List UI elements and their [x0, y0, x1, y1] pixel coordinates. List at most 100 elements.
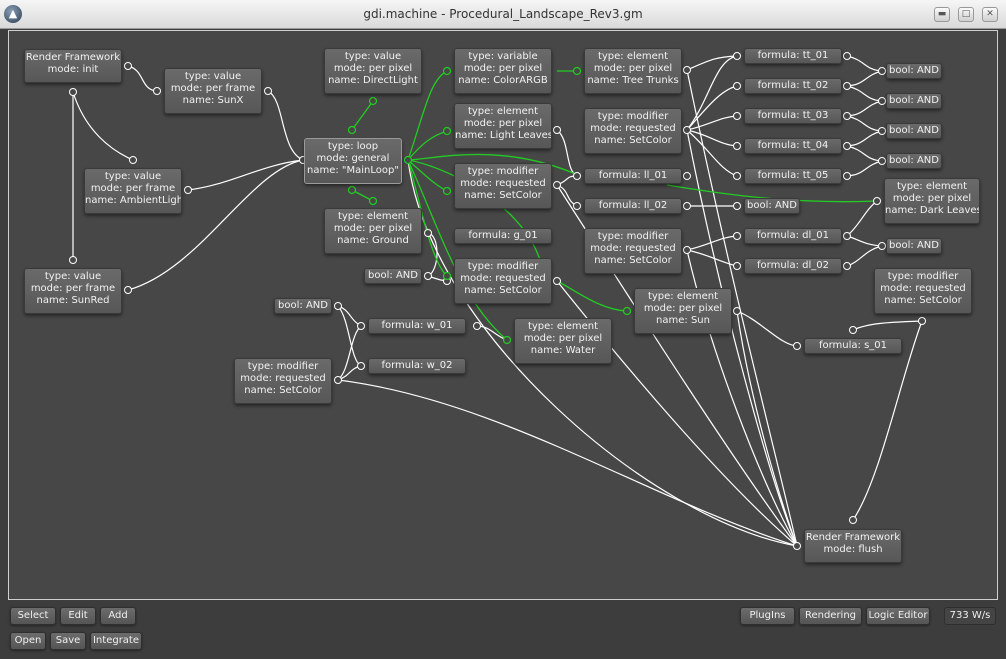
close-button[interactable]: ✕ [982, 7, 998, 22]
node-line: formula: ll_02 [598, 200, 668, 211]
node-line: type: element [647, 291, 719, 302]
node-formula-dl-02[interactable]: formula: dl_02 [744, 258, 842, 274]
plugins-button[interactable]: PlugIns [740, 607, 795, 625]
node-bool-and[interactable]: bool: AND [744, 198, 800, 214]
node-dark-leaves[interactable]: type: element mode: per pixel name: Dark… [884, 178, 980, 224]
open-button[interactable]: Open [10, 632, 46, 650]
node-line: formula: tt_03 [757, 110, 829, 121]
node-line: name: SetColor [594, 135, 672, 146]
node-mainloop[interactable]: type: loop mode: general name: "MainLoop… [304, 138, 402, 184]
node-line: formula: dl_01 [757, 230, 829, 241]
node-directlight[interactable]: type: value mode: per pixel name: Direct… [324, 48, 422, 94]
node-setcolor-ll[interactable]: type: modifier mode: requested name: Set… [454, 163, 552, 209]
node-line: Render Framework [25, 52, 121, 63]
node-setcolor-w[interactable]: type: modifier mode: requested name: Set… [234, 358, 332, 404]
node-colorargb[interactable]: type: variable mode: per pixel name: Col… [454, 48, 552, 94]
node-line: type: loop [327, 141, 379, 152]
node-line: mode: requested [880, 283, 966, 294]
node-ambientlight[interactable]: type: value mode: per frame name: Ambien… [84, 168, 182, 214]
node-line: type: element [597, 51, 669, 62]
node-line: formula: tt_05 [757, 170, 829, 181]
node-sunred[interactable]: type: value mode: per frame name: SunRed [24, 268, 122, 314]
node-ground[interactable]: type: element mode: per pixel name: Grou… [324, 208, 422, 254]
node-render-flush[interactable]: Render Framework mode: flush [804, 529, 902, 563]
node-line: mode: flush [823, 544, 883, 555]
node-line: name: Ground [337, 235, 409, 246]
node-line: mode: requested [240, 373, 326, 384]
node-line: type: modifier [597, 111, 669, 122]
node-formula-dl-01[interactable]: formula: dl_01 [744, 228, 842, 244]
select-button[interactable]: Select [10, 607, 56, 625]
node-sunx[interactable]: type: value mode: per frame name: SunX [164, 68, 262, 114]
edit-button[interactable]: Edit [60, 607, 96, 625]
node-formula-w-02[interactable]: formula: w_02 [368, 358, 466, 374]
node-formula-tt-02[interactable]: formula: tt_02 [744, 78, 842, 94]
node-water[interactable]: type: element mode: per pixel name: Wate… [514, 318, 612, 364]
node-line: mode: per pixel [593, 63, 673, 74]
node-line: type: modifier [247, 361, 319, 372]
node-line: name: "MainLoop" [307, 165, 399, 176]
node-bool-and[interactable]: bool: AND [886, 93, 942, 109]
node-line: formula: s_01 [818, 340, 888, 351]
node-setcolor-dl[interactable]: type: modifier mode: requested name: Set… [584, 228, 682, 274]
node-formula-tt-04[interactable]: formula: tt_04 [744, 138, 842, 154]
save-button[interactable]: Save [50, 632, 86, 650]
node-line: mode: init [47, 64, 99, 75]
rendering-button[interactable]: Rendering [799, 607, 862, 625]
add-button[interactable]: Add [100, 607, 136, 625]
node-setcolor-sun[interactable]: type: modifier mode: requested name: Set… [874, 268, 972, 314]
node-bool-and[interactable]: bool: AND [886, 63, 942, 79]
node-line: mode: per pixel [333, 223, 413, 234]
node-line: mode: per frame [90, 183, 176, 194]
node-line: type: element [337, 211, 409, 222]
node-tree-trunks[interactable]: type: element mode: per pixel name: Tree… [584, 48, 682, 94]
node-line: mode: general [316, 153, 390, 164]
node-sun[interactable]: type: element mode: per pixel name: Sun [634, 288, 732, 334]
node-line: bool: AND [278, 300, 328, 311]
node-formula-w-01[interactable]: formula: w_01 [368, 318, 466, 334]
node-line: mode: per pixel [643, 303, 723, 314]
node-formula-g-01[interactable]: formula: g_01 [454, 228, 552, 244]
node-formula-s-01[interactable]: formula: s_01 [804, 338, 902, 354]
node-formula-ll-01[interactable]: formula: ll_01 [584, 168, 682, 184]
node-line: mode: per pixel [523, 333, 603, 344]
node-formula-tt-05[interactable]: formula: tt_05 [744, 168, 842, 184]
node-line: bool: AND [889, 65, 939, 76]
status-rate: 733 W/s [944, 607, 996, 625]
node-line: Render Framework [805, 532, 901, 543]
minimize-button[interactable]: ▬ [934, 7, 950, 22]
node-line: type: modifier [467, 261, 539, 272]
node-line: type: value [104, 171, 162, 182]
node-bool-and[interactable]: bool: AND [364, 268, 422, 284]
node-line: mode: requested [590, 123, 676, 134]
node-formula-tt-03[interactable]: formula: tt_03 [744, 108, 842, 124]
node-line: name: Tree Trunks [587, 75, 679, 86]
node-line: mode: requested [590, 243, 676, 254]
node-formula-ll-02[interactable]: formula: ll_02 [584, 198, 682, 214]
node-line: type: value [344, 51, 402, 62]
node-line: type: value [184, 71, 242, 82]
node-line: formula: tt_04 [757, 140, 829, 151]
node-bool-and[interactable]: bool: AND [274, 298, 332, 314]
application-window: ▲ gdi.machine - Procedural_Landscape_Rev… [0, 0, 1006, 659]
node-line: name: SunX [182, 95, 244, 106]
window-title: gdi.machine - Procedural_Landscape_Rev3.… [363, 7, 643, 21]
node-line: mode: per frame [30, 283, 116, 294]
node-line: type: value [44, 271, 102, 282]
node-line: mode: per frame [170, 83, 256, 94]
maximize-button[interactable]: □ [958, 7, 974, 22]
node-formula-tt-01[interactable]: formula: tt_01 [744, 48, 842, 64]
node-setcolor-tt[interactable]: type: modifier mode: requested name: Set… [584, 108, 682, 154]
node-line: formula: w_02 [381, 360, 453, 371]
node-line: mode: per pixel [463, 63, 543, 74]
node-bool-and[interactable]: bool: AND [886, 153, 942, 169]
node-line: formula: w_01 [381, 320, 453, 331]
integrate-button[interactable]: Integrate [90, 632, 142, 650]
node-light-leaves[interactable]: type: element mode: per pixel name: Ligh… [454, 103, 552, 149]
node-bool-and[interactable]: bool: AND [886, 238, 942, 254]
logic-editor-button[interactable]: Logic Editor [866, 607, 930, 625]
node-bool-and[interactable]: bool: AND [886, 123, 942, 139]
node-setcolor-g[interactable]: type: modifier mode: requested name: Set… [454, 258, 552, 304]
node-line: name: SunRed [36, 295, 110, 306]
node-render-init[interactable]: Render Framework mode: init [24, 49, 122, 83]
